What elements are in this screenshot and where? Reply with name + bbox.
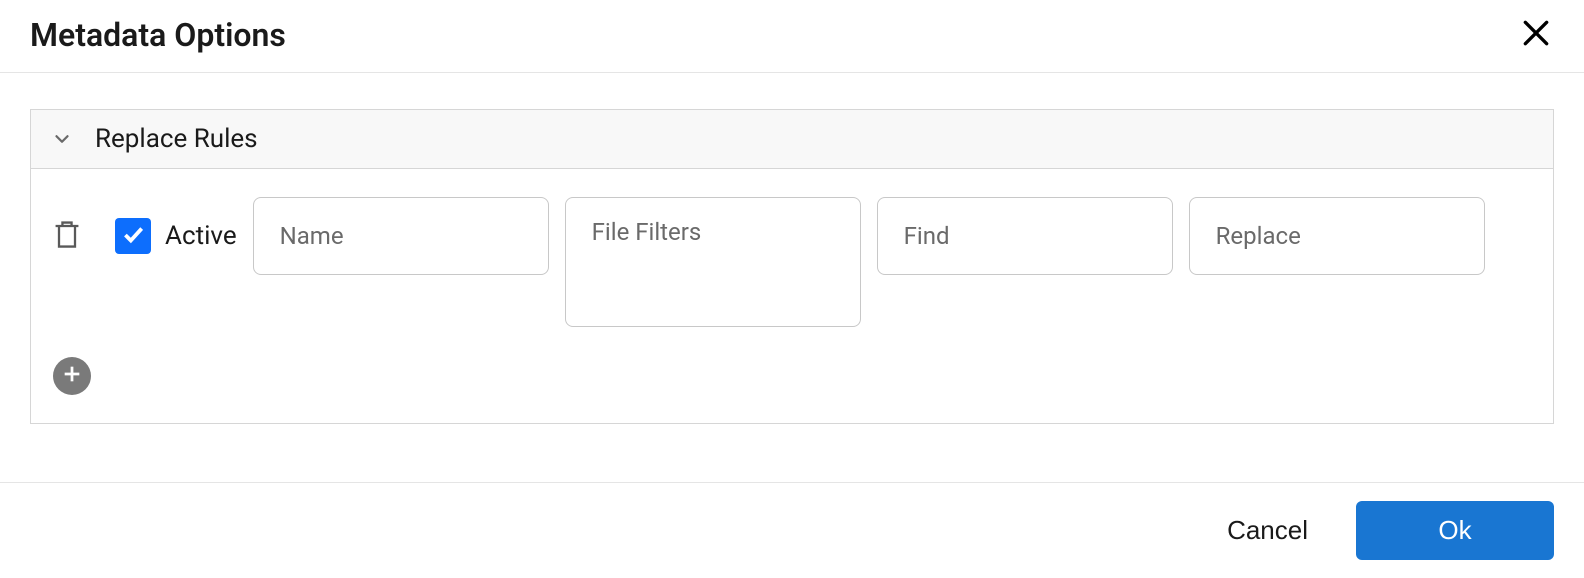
plus-icon [61, 363, 83, 389]
chevron-down-icon [51, 128, 73, 150]
panel-header[interactable]: Replace Rules [31, 110, 1553, 169]
delete-rule-button[interactable] [53, 197, 81, 275]
cancel-button[interactable]: Cancel [1219, 503, 1316, 558]
close-icon [1520, 17, 1552, 53]
replace-input[interactable] [1189, 197, 1485, 275]
add-rule-button[interactable] [53, 357, 91, 395]
panel-title: Replace Rules [95, 124, 258, 154]
close-button[interactable] [1518, 17, 1554, 53]
dialog-header: Metadata Options [0, 0, 1584, 73]
file-filters-input[interactable] [565, 197, 861, 327]
active-label: Active [165, 221, 237, 251]
trash-icon [53, 218, 81, 254]
rule-row: Active [53, 197, 1531, 327]
active-checkbox-group: Active [115, 197, 237, 275]
add-rule-row [53, 357, 1531, 395]
dialog-body: Replace Rules [0, 73, 1584, 482]
active-checkbox[interactable] [115, 218, 151, 254]
dialog-footer: Cancel Ok [0, 482, 1584, 578]
metadata-options-dialog: Metadata Options Replace Rules [0, 0, 1584, 578]
find-input[interactable] [877, 197, 1173, 275]
panel-body: Active [31, 169, 1553, 423]
name-input[interactable] [253, 197, 549, 275]
replace-rules-panel: Replace Rules [30, 109, 1554, 424]
dialog-title: Metadata Options [30, 16, 286, 54]
ok-button[interactable]: Ok [1356, 501, 1554, 560]
check-icon [120, 221, 146, 251]
